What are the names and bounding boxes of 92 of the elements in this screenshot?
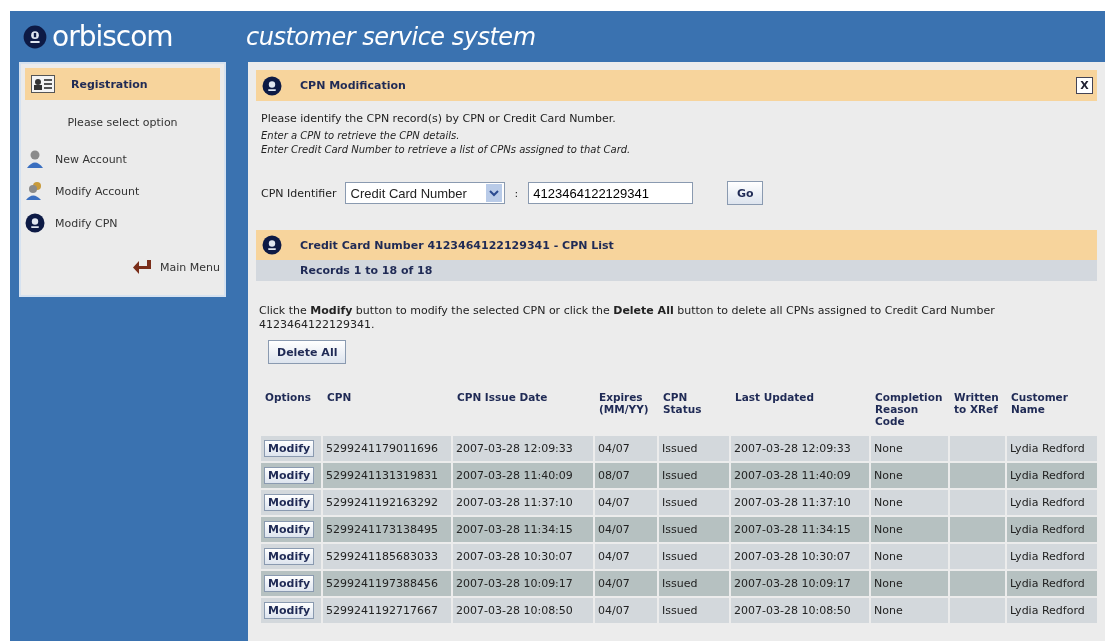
identifier-input[interactable]: 4123464122129341	[528, 182, 694, 204]
table-cell: None	[871, 544, 948, 569]
table-cell: None	[871, 490, 948, 515]
hint-text: Enter Credit Card Number to retrieve a list of CPNs assigned to that Card.	[261, 143, 632, 157]
table-cell: Issued	[659, 598, 729, 623]
sidebar-item[interactable]: Modify Account	[25, 175, 220, 207]
table-cell	[950, 463, 1005, 488]
table-cell: 04/07	[595, 598, 657, 623]
table-cell: None	[871, 436, 948, 461]
table-cell	[950, 517, 1005, 542]
modify-button[interactable]: Modify	[264, 494, 315, 511]
go-button[interactable]: Go	[727, 181, 764, 205]
table-cell: 2007-03-28 12:09:33	[453, 436, 593, 461]
table-cell: 04/07	[595, 490, 657, 515]
separator-text: :	[514, 186, 519, 200]
table-cell: Lydia Redford	[1007, 436, 1097, 461]
table-cell: 5299241192717667	[323, 598, 451, 623]
table-cell: 2007-03-28 11:37:10	[453, 490, 593, 515]
sidebar-item[interactable]: New Account	[25, 143, 220, 175]
instructions-text: Click the Modify button to modify the selected CPN or click the Delete All button to delete all CPNs assigned to Credit Card Number 4123464122129341.	[259, 304, 996, 332]
orb-icon	[262, 75, 282, 96]
table-cell: 2007-03-28 11:40:09	[731, 463, 869, 488]
identifier-type-dropdown[interactable]: Credit Card Number	[344, 182, 505, 204]
records-count: Records 1 to 18 of 18	[300, 264, 433, 277]
table-cell: 2007-03-28 11:37:10	[731, 490, 869, 515]
table-cell: 5299241192163292	[323, 490, 451, 515]
identifier-label: CPN Identifier	[261, 186, 337, 200]
table-cell: 04/07	[595, 571, 657, 596]
logo-text: orbiscom	[52, 20, 173, 53]
sidebar-prompt: Please select option	[66, 116, 179, 129]
table-cell: 2007-03-28 10:30:07	[731, 544, 869, 569]
table-cell: 5299241185683033	[323, 544, 451, 569]
modify-button[interactable]: Modify	[264, 602, 315, 619]
close-button[interactable]: X	[1076, 77, 1093, 94]
table-cell: Issued	[659, 544, 729, 569]
table-cell: Issued	[659, 517, 729, 542]
table-cell: 5299241131319831	[323, 463, 451, 488]
orb-icon	[262, 235, 282, 255]
table-cell: None	[871, 598, 948, 623]
table-cell: Lydia Redford	[1007, 544, 1097, 569]
table-cell: None	[871, 571, 948, 596]
table-cell: 2007-03-28 10:30:07	[453, 544, 593, 569]
modify-button[interactable]: Modify	[264, 548, 315, 565]
intro-text: Please identify the CPN record(s) by CPN or Credit Card Number.	[261, 112, 617, 125]
table-cell: Lydia Redford	[1007, 598, 1097, 623]
modify-button[interactable]: Modify	[264, 521, 315, 538]
table-cell	[950, 571, 1005, 596]
table-cell: Issued	[659, 436, 729, 461]
table-cell: Issued	[659, 571, 729, 596]
list-title: Credit Card Number 4123464122129341 - CPN List	[300, 238, 615, 252]
table-cell	[950, 436, 1005, 461]
sidebar-heading: Registration	[71, 77, 148, 91]
logo-orb-icon	[23, 24, 47, 49]
table-cell: Lydia Redford	[1007, 463, 1097, 488]
panel-title: CPN Modification	[300, 79, 407, 92]
table-cell: 08/07	[595, 463, 657, 488]
table-cell	[950, 598, 1005, 623]
table-cell: Issued	[659, 490, 729, 515]
table-cell: 2007-03-28 10:09:17	[731, 571, 869, 596]
table-cell: 04/07	[595, 544, 657, 569]
table-cell: 04/07	[595, 517, 657, 542]
table-cell: 2007-03-28 10:09:17	[453, 571, 593, 596]
delete-all-button[interactable]: Delete All	[268, 340, 347, 364]
table-cell: None	[871, 463, 948, 488]
modify-button[interactable]: Modify	[264, 575, 315, 592]
table-cell: 2007-03-28 11:34:15	[453, 517, 593, 542]
table-cell: 2007-03-28 10:08:50	[731, 598, 869, 623]
modify-button[interactable]: Modify	[264, 440, 315, 457]
id-card-icon	[31, 75, 55, 93]
table-cell: Lydia Redford	[1007, 517, 1097, 542]
app-title: customer service system	[246, 22, 536, 51]
table-cell: Issued	[659, 463, 729, 488]
modify-button[interactable]: Modify	[264, 467, 315, 484]
table-cell: Lydia Redford	[1007, 571, 1097, 596]
person-icon	[25, 149, 45, 169]
sidebar-item[interactable]: Modify CPN	[25, 207, 220, 239]
table-cell	[950, 544, 1005, 569]
table-cell	[950, 490, 1005, 515]
hint-text: Enter a CPN to retrieve the CPN details.	[261, 129, 461, 143]
table-cell: 2007-03-28 11:40:09	[453, 463, 593, 488]
table-cell: Lydia Redford	[1007, 490, 1097, 515]
return-arrow-icon	[132, 259, 153, 275]
table-cell: 2007-03-28 11:34:15	[731, 517, 869, 542]
table-cell: 5299241173138495	[323, 517, 451, 542]
table-cell: 2007-03-28 12:09:33	[731, 436, 869, 461]
table-cell: 5299241197388456	[323, 571, 451, 596]
orb-icon	[25, 213, 45, 233]
table-cell: 04/07	[595, 436, 657, 461]
table-cell: None	[871, 517, 948, 542]
main-menu-link[interactable]: Main Menu	[132, 259, 220, 275]
table-cell: 5299241179011696	[323, 436, 451, 461]
table-cell: 2007-03-28 10:08:50	[453, 598, 593, 623]
